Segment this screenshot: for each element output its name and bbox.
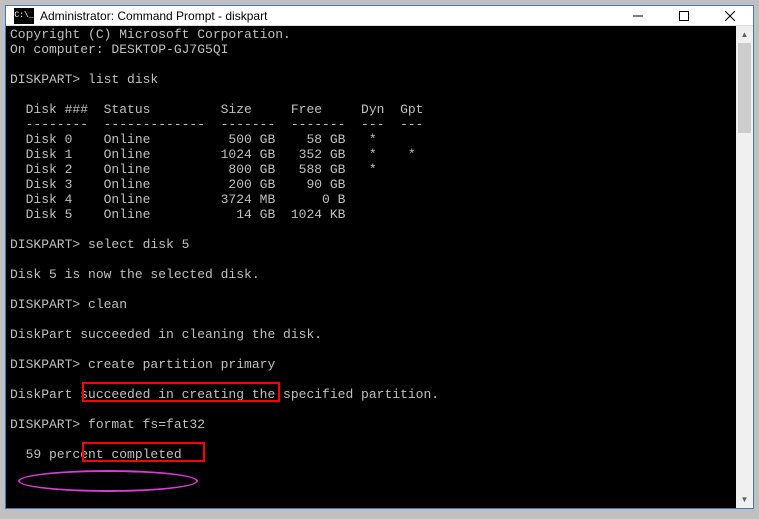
scroll-thumb[interactable] — [738, 43, 751, 133]
line-disk-0: Disk 0 Online 500 GB 58 GB * — [10, 132, 377, 147]
maximize-button[interactable] — [661, 6, 707, 25]
highlight-format-fat32 — [82, 442, 205, 462]
line-computer: On computer: DESKTOP-GJ7G5QI — [10, 42, 228, 57]
line-disk-5: Disk 5 Online 14 GB 1024 KB — [10, 207, 345, 222]
window-controls — [615, 6, 753, 25]
titlebar[interactable]: C:\_ Administrator: Command Prompt - dis… — [6, 6, 753, 26]
line-disk-1: Disk 1 Online 1024 GB 352 GB * * — [10, 147, 416, 162]
window-title: Administrator: Command Prompt - diskpart — [40, 9, 615, 23]
line-clean-ok: DiskPart succeeded in cleaning the disk. — [10, 327, 322, 342]
cmd-icon: C:\_ — [14, 8, 34, 24]
line-table-sep: -------- ------------- ------- ------- -… — [10, 117, 423, 132]
highlight-create-partition — [82, 382, 280, 402]
command-prompt-window: C:\_ Administrator: Command Prompt - dis… — [5, 5, 754, 509]
close-button[interactable] — [707, 6, 753, 25]
terminal-output[interactable]: Copyright (C) Microsoft Corporation. On … — [6, 26, 736, 508]
line-prompt-clean: DISKPART> clean — [10, 297, 127, 312]
highlight-progress-ellipse — [18, 470, 198, 492]
line-disk-2: Disk 2 Online 800 GB 588 GB * — [10, 162, 377, 177]
terminal-area: Copyright (C) Microsoft Corporation. On … — [6, 26, 753, 508]
scrollbar[interactable]: ▲ ▼ — [736, 26, 753, 508]
minimize-button[interactable] — [615, 6, 661, 25]
line-disk-3: Disk 3 Online 200 GB 90 GB — [10, 177, 345, 192]
line-prompt-select: DISKPART> select disk 5 — [10, 237, 189, 252]
scroll-track[interactable] — [736, 43, 753, 491]
line-disk-4: Disk 4 Online 3724 MB 0 B — [10, 192, 345, 207]
line-table-header: Disk ### Status Size Free Dyn Gpt — [10, 102, 423, 117]
line-copyright: Copyright (C) Microsoft Corporation. — [10, 27, 291, 42]
line-prompt-format: DISKPART> format fs=fat32 — [10, 417, 205, 432]
scroll-up-button[interactable]: ▲ — [736, 26, 753, 43]
line-prompt-create: DISKPART> create partition primary — [10, 357, 275, 372]
scroll-down-button[interactable]: ▼ — [736, 491, 753, 508]
line-selected: Disk 5 is now the selected disk. — [10, 267, 260, 282]
line-prompt-list: DISKPART> list disk — [10, 72, 158, 87]
